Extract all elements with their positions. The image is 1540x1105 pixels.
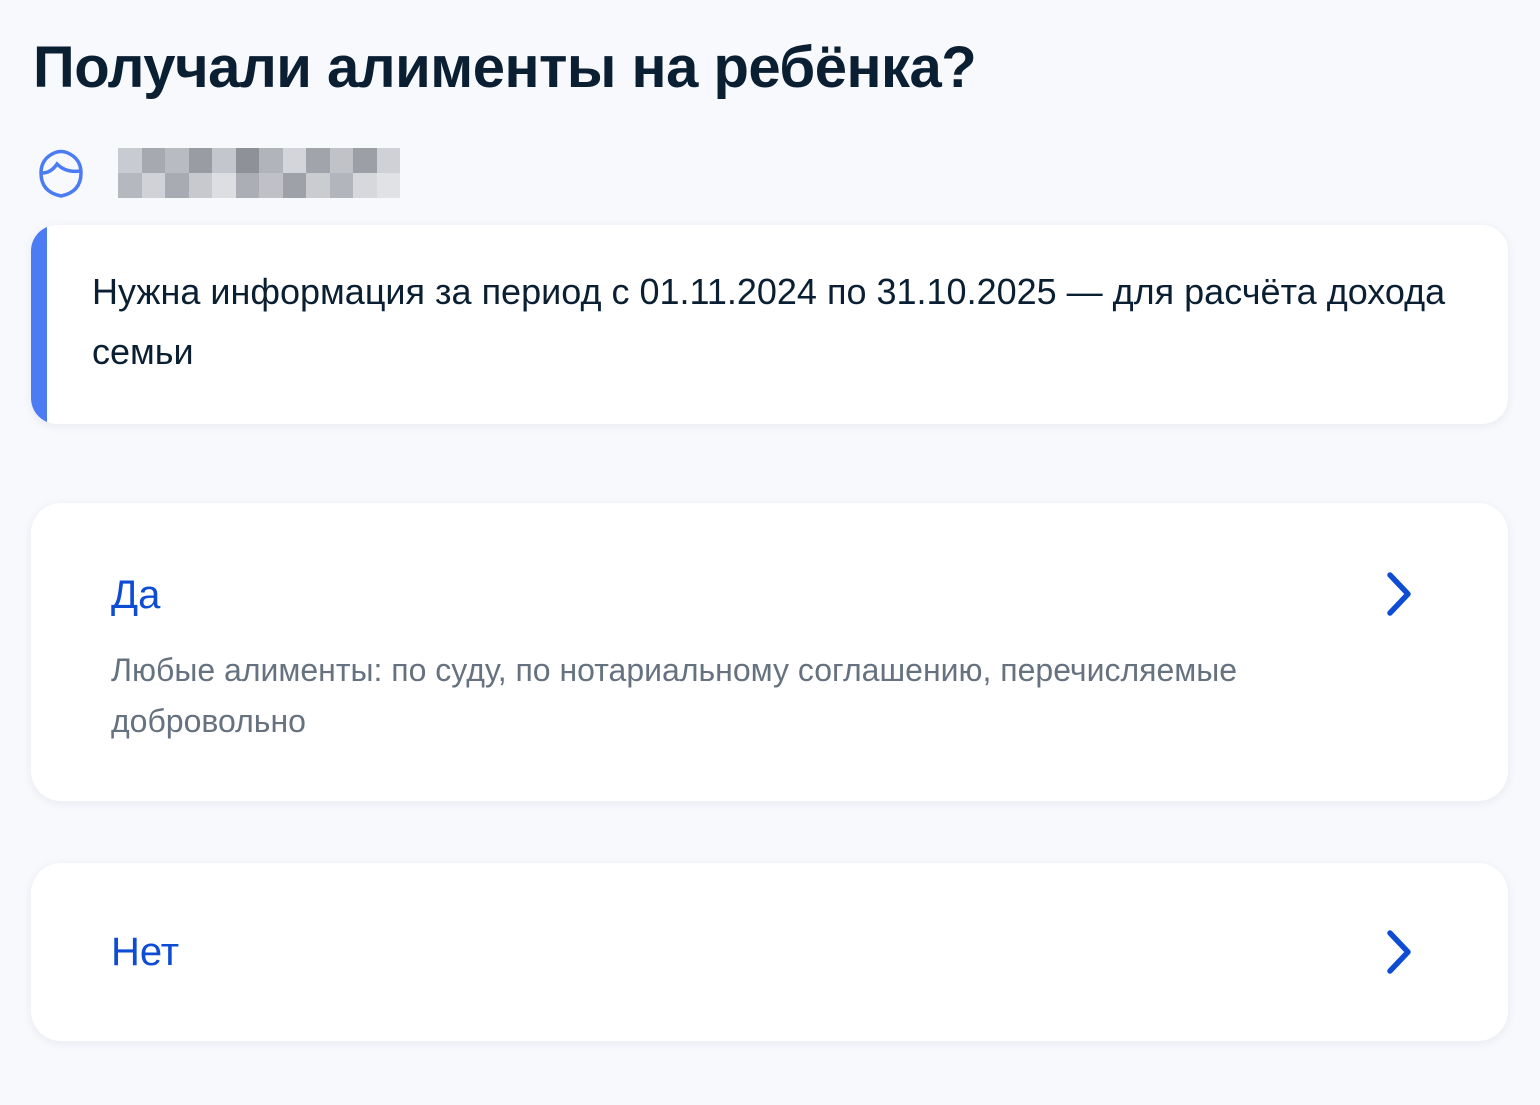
chevron-right-icon: [1387, 930, 1411, 974]
chevron-right-icon: [1387, 572, 1411, 616]
info-banner-text: Нужна информация за период с 01.11.2024 …: [92, 271, 1446, 372]
page-title: Получали алименты на ребёнка?: [33, 35, 977, 100]
info-banner: Нужна информация за период с 01.11.2024 …: [31, 225, 1508, 424]
child-name-redacted: [118, 148, 400, 198]
option-no-card[interactable]: Нет: [31, 863, 1508, 1041]
child-face-icon: [39, 149, 83, 198]
option-yes-card[interactable]: Да Любые алименты: по суду, по нотариаль…: [31, 503, 1508, 801]
option-yes-description: Любые алименты: по суду, по нотариальном…: [111, 652, 1238, 739]
option-yes-label: Да: [111, 573, 161, 617]
option-no-label: Нет: [111, 930, 180, 974]
child-row: [36, 146, 400, 200]
